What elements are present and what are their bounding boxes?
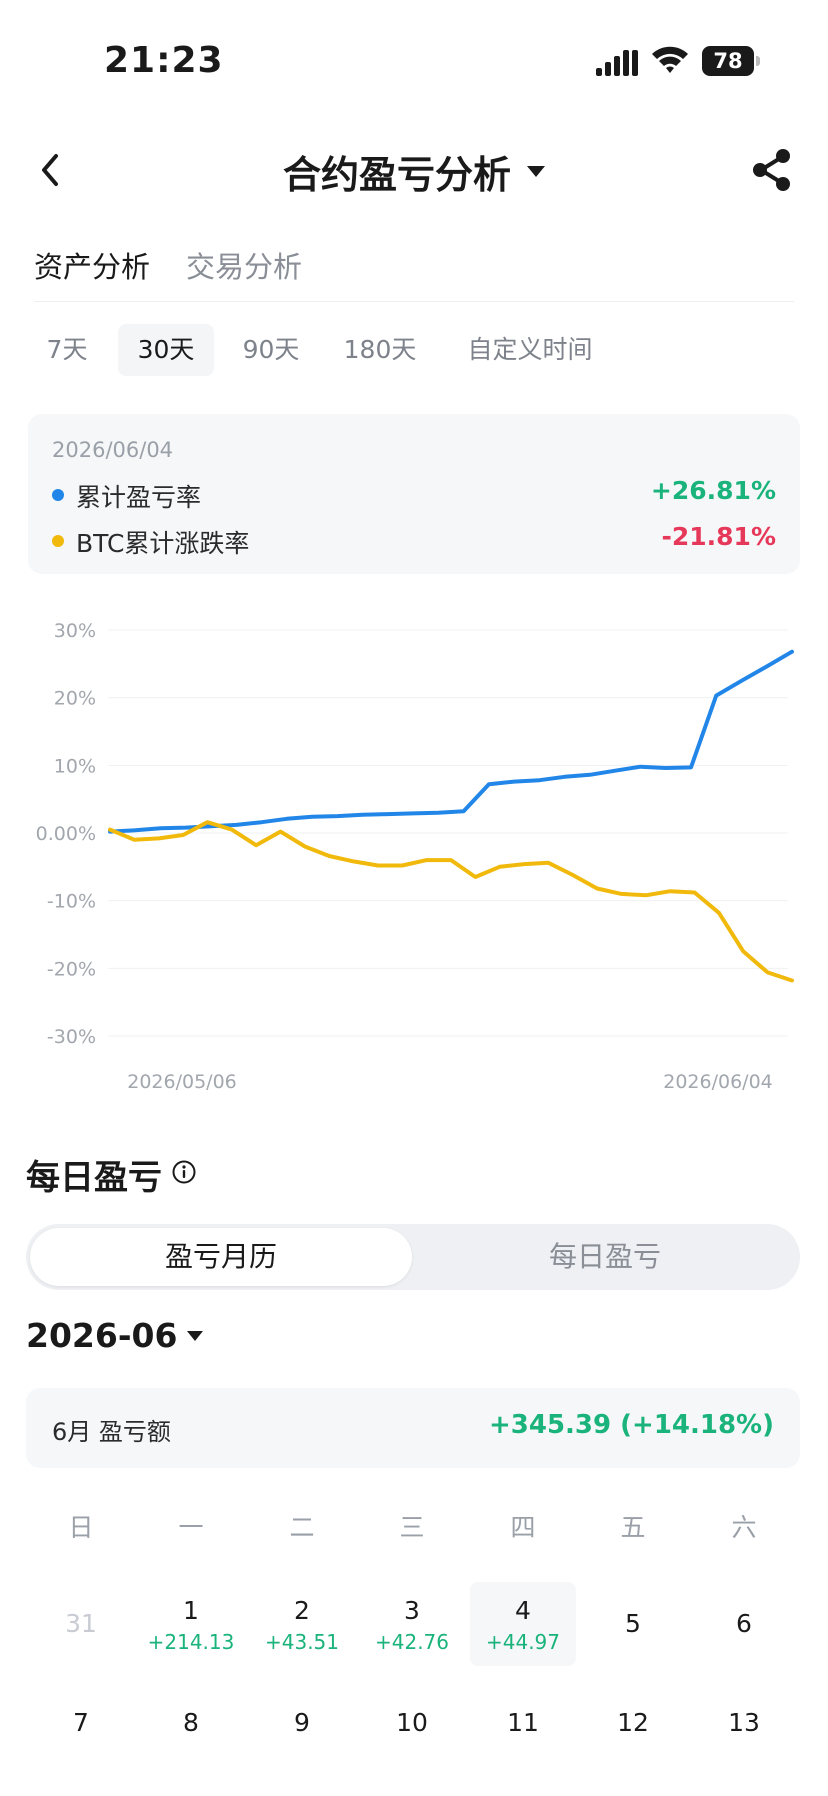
month-value: +345.39 (+14.18%) [488, 1410, 774, 1440]
chart-svg: 30% 20% 10% 0.00% -10% -20% -30% 2026/05/06 2026… [36, 620, 794, 1093]
main-tabs: 资产分析 交易分析 [34, 244, 794, 302]
day-number: 31 [65, 1609, 97, 1638]
tab-trade-analysis[interactable]: 交易分析 [186, 244, 302, 286]
calendar-day[interactable]: 2 +43.51 [249, 1582, 355, 1666]
page-title: 合约盈亏分析 [282, 153, 511, 197]
month-text: 2026-06 [26, 1316, 178, 1355]
day-pnl: +43.51 [264, 1630, 339, 1654]
month-label: 6月 盈亏额 [52, 1418, 171, 1446]
summary-card: 2026/06/04 累计盈亏率 +26.81% BTC累计涨跌率 -21.81… [28, 414, 800, 574]
calendar-day[interactable]: 10 [359, 1708, 465, 1792]
period-180d[interactable]: 180天 [328, 324, 432, 376]
weekday-mon: 一 [178, 1513, 204, 1542]
calendar-day[interactable]: 1 +214.13 [138, 1582, 244, 1666]
day-number: 6 [736, 1609, 752, 1638]
battery-level: 78 [713, 49, 743, 73]
y-tick-label: -10% [47, 891, 96, 913]
title-dropdown[interactable]: 合约盈亏分析 [0, 144, 828, 199]
calendar-day[interactable]: 6 [691, 1582, 797, 1666]
chevron-down-icon [527, 166, 545, 177]
series-line-btc [108, 820, 794, 983]
legend-label-btc: BTC累计涨跌率 [76, 529, 250, 558]
status-time: 21:23 [104, 40, 224, 81]
pnl-chart[interactable]: 30% 20% 10% 0.00% -10% -20% -30% 2026/05/06 2026… [0, 600, 828, 1100]
chevron-down-icon [187, 1330, 204, 1341]
day-pnl: +42.76 [374, 1630, 449, 1654]
period-30d[interactable]: 30天 [118, 324, 214, 376]
status-bar: 21:23 78 [0, 0, 828, 120]
legend-label-pnl: 累计盈亏率 [76, 483, 202, 512]
calendar-day[interactable]: 8 [138, 1708, 244, 1792]
x-tick-label-end: 2026/06/04 [663, 1071, 773, 1093]
calendar-day[interactable]: 12 [580, 1708, 686, 1792]
seg-daily[interactable]: 每日盈亏 [414, 1228, 796, 1286]
calendar-day[interactable]: 13 [691, 1708, 797, 1792]
wifi-icon [652, 46, 688, 73]
calendar-day[interactable]: 11 [470, 1708, 576, 1792]
day-number: 10 [396, 1708, 428, 1737]
period-custom[interactable]: 自定义时间 [448, 324, 612, 376]
weekday-thu: 四 [510, 1513, 536, 1542]
legend-row-btc: BTC累计涨跌率 -21.81% [52, 522, 776, 558]
month-selector[interactable]: 2026-06 [26, 1316, 204, 1360]
share-icon[interactable] [750, 148, 794, 192]
seg-calendar[interactable]: 盈亏月历 [30, 1228, 412, 1286]
legend-value-pnl: +26.81% [650, 476, 776, 505]
day-number: 13 [728, 1708, 760, 1737]
y-tick-label: 20% [54, 688, 96, 710]
day-number: 5 [625, 1609, 641, 1638]
weekday-fri: 五 [620, 1513, 646, 1542]
calendar-day[interactable]: 7 [28, 1708, 134, 1792]
tab-asset-analysis[interactable]: 资产分析 [34, 244, 150, 286]
weekday-sat: 六 [731, 1513, 757, 1542]
legend-value-btc: -21.81% [661, 522, 776, 551]
legend-dot-pnl [52, 489, 64, 501]
calendar-day-today[interactable]: 4 +44.97 [470, 1582, 576, 1666]
pnl-calendar: 日 一 二 三 四 五 六 31 1 +214.13 2 +43.51 3 +4… [26, 1486, 800, 1796]
y-tick-label: -20% [47, 958, 96, 980]
weekday-sun: 日 [68, 1513, 94, 1542]
day-number: 12 [617, 1708, 649, 1737]
signal-icon [596, 50, 638, 76]
day-pnl: +44.97 [485, 1630, 560, 1654]
summary-date: 2026/06/04 [52, 438, 174, 462]
info-icon[interactable] [172, 1160, 196, 1184]
calendar-day[interactable]: 5 [580, 1582, 686, 1666]
day-number: 1 [183, 1596, 199, 1625]
legend-row-pnl: 累计盈亏率 +26.81% [52, 476, 776, 512]
day-number: 8 [183, 1708, 199, 1737]
x-tick-label-start: 2026/05/06 [127, 1071, 237, 1093]
header: 合约盈亏分析 [0, 130, 828, 210]
y-tick-label: -30% [47, 1026, 96, 1048]
day-pnl: +214.13 [147, 1630, 235, 1654]
y-tick-label: 30% [54, 620, 96, 642]
legend-dot-btc [52, 535, 64, 547]
day-number: 3 [404, 1596, 420, 1625]
calendar-day[interactable]: 9 [249, 1708, 355, 1792]
day-number: 9 [294, 1708, 310, 1737]
day-number: 4 [515, 1596, 531, 1625]
weekday-wed: 三 [399, 1513, 425, 1542]
day-number: 2 [294, 1596, 310, 1625]
day-number: 7 [73, 1708, 89, 1737]
calendar-day[interactable]: 3 +42.76 [359, 1582, 465, 1666]
daily-pnl-title: 每日盈亏 [26, 1158, 162, 1198]
series-line-pnl [108, 649, 794, 834]
day-number: 11 [507, 1708, 539, 1737]
period-90d[interactable]: 90天 [226, 324, 316, 376]
month-summary-card: 6月 盈亏额 +345.39 (+14.18%) [26, 1388, 800, 1468]
weekday-tue: 二 [289, 1513, 315, 1542]
period-7d[interactable]: 7天 [28, 324, 106, 376]
y-tick-label: 0.00% [36, 823, 96, 845]
y-tick-label: 10% [54, 755, 96, 777]
view-segmented-control: 盈亏月历 每日盈亏 [26, 1224, 800, 1290]
calendar-day: 31 [28, 1582, 134, 1666]
battery-icon: 78 [702, 46, 760, 76]
